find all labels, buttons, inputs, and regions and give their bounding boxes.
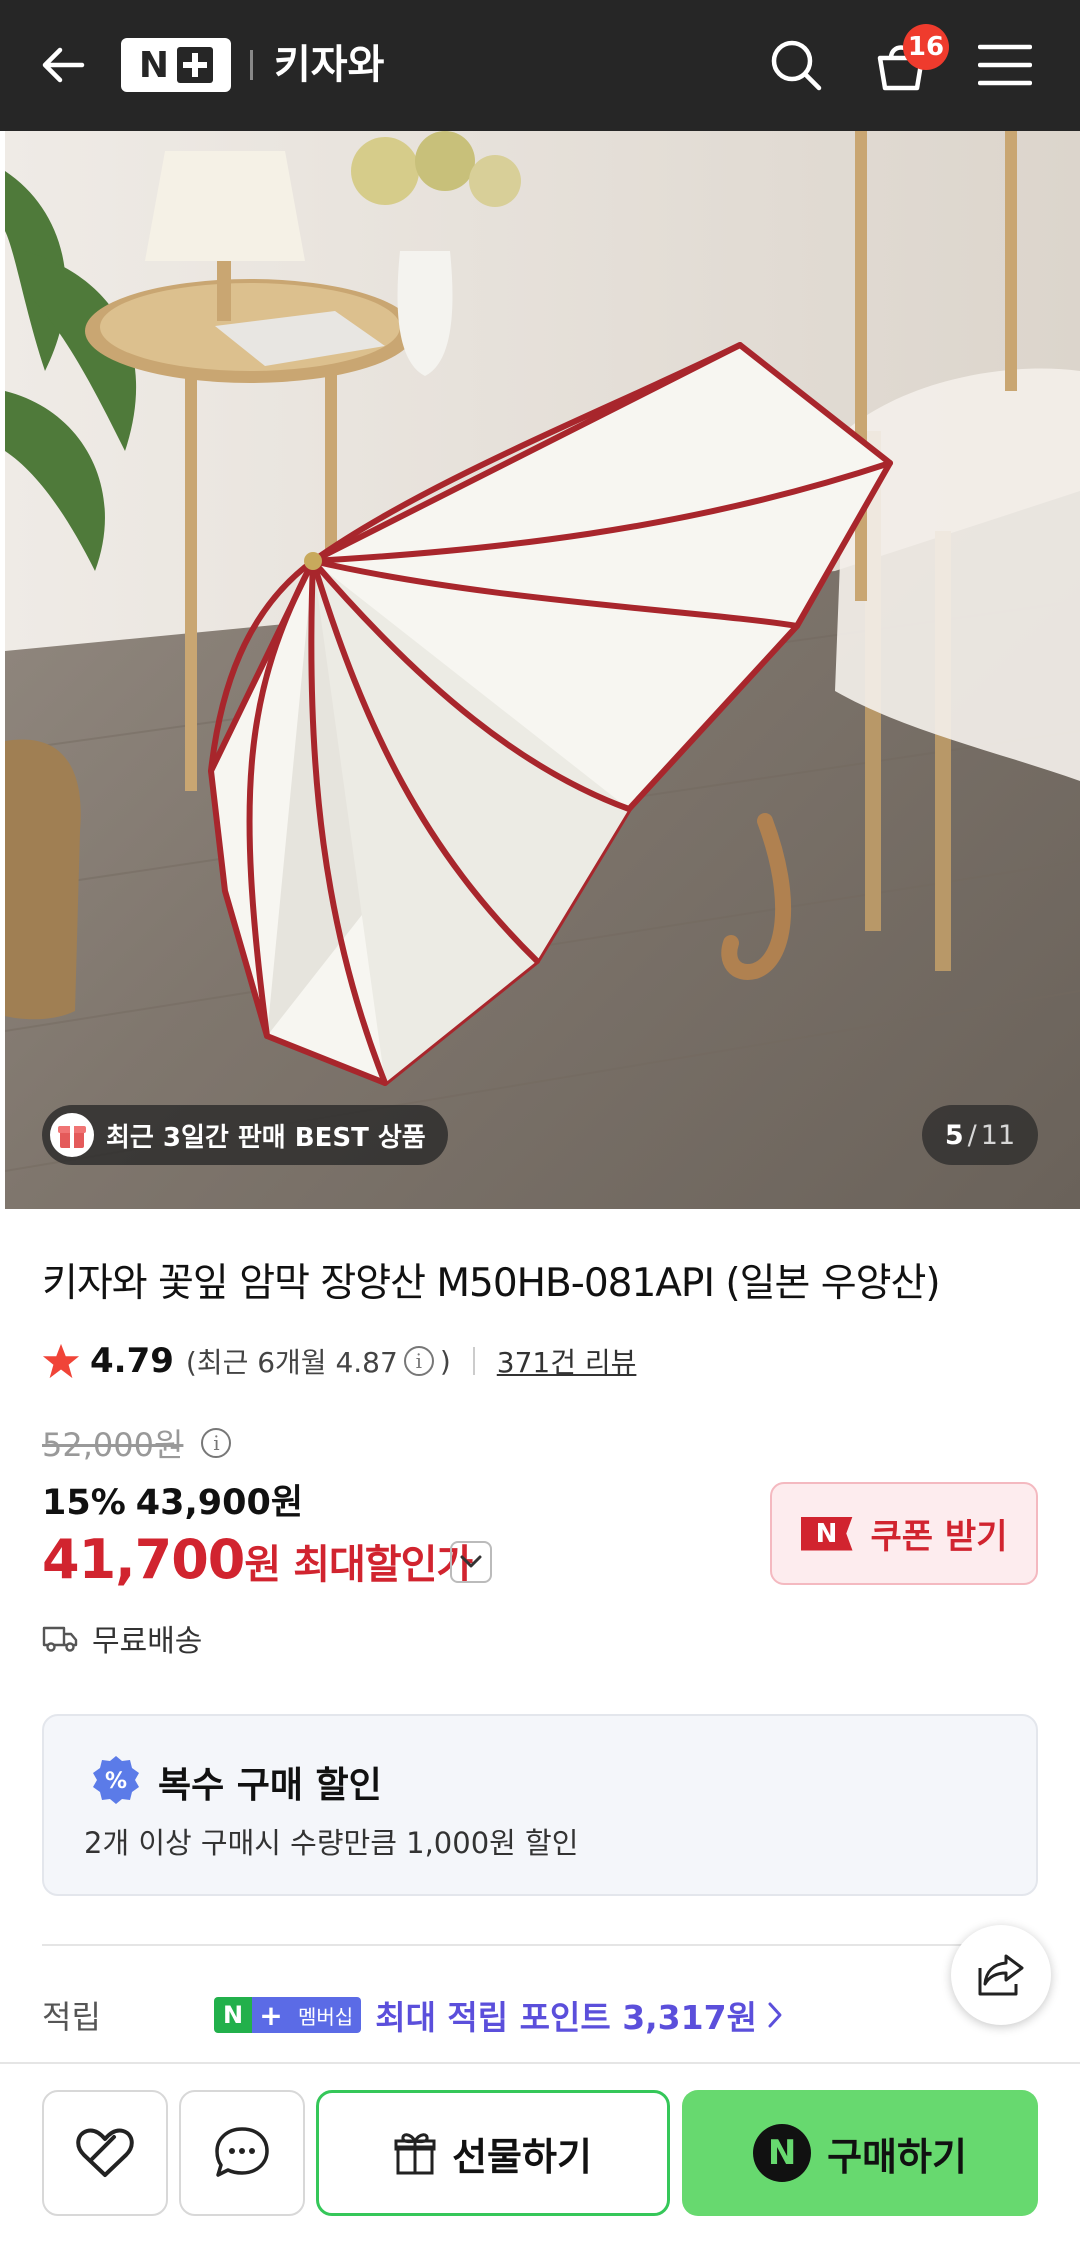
- store-name[interactable]: 키자와: [274, 38, 384, 92]
- rating-score: 4.79: [90, 1341, 174, 1381]
- star-icon: [42, 1343, 80, 1379]
- points-label: 적립: [42, 1998, 101, 2036]
- logo-separator: [250, 50, 253, 80]
- final-price-row: 41,700 원 최대할인가: [42, 1528, 473, 1591]
- rating-row: 4.79 (최근 6개월 4.87 i ) 371건 리뷰: [42, 1336, 636, 1386]
- product-image-carousel[interactable]: [5, 131, 1080, 1209]
- gift-label: 선물하기: [452, 2134, 592, 2179]
- bulk-discount-title: 복수 구매 할인: [158, 1765, 382, 1806]
- current-page: 5: [944, 1119, 964, 1151]
- original-price: 52,000원: [42, 1426, 184, 1464]
- logo-n-letter: N: [138, 44, 170, 86]
- search-icon: [771, 40, 822, 91]
- delivery-truck-icon: [42, 1626, 78, 1652]
- logo-plus-icon: [177, 47, 214, 83]
- image-page-counter: 5 / 11: [922, 1105, 1038, 1165]
- final-price: 41,700: [42, 1528, 245, 1591]
- search-button[interactable]: [763, 32, 829, 98]
- share-button[interactable]: [951, 1925, 1051, 2025]
- np-n: N: [214, 1997, 252, 2033]
- original-price-row: 52,000원 i: [42, 1420, 237, 1466]
- price-info-icon[interactable]: i: [201, 1428, 232, 1458]
- cart-count-badge: 16: [903, 24, 949, 70]
- percent-badge-icon: %: [93, 1756, 139, 1804]
- max-points-text: 최대 적립 포인트 3,317원: [375, 1998, 757, 2037]
- price-detail-dropdown[interactable]: [450, 1541, 492, 1583]
- naver-plus-logo[interactable]: N: [121, 38, 231, 92]
- discount-percent: 15%: [42, 1483, 126, 1523]
- share-icon: [978, 1954, 1024, 1996]
- naver-pay-n-icon: N: [753, 2124, 812, 2182]
- chat-bubble-icon: [215, 2127, 269, 2177]
- np-member: 멤버십: [290, 1997, 362, 2033]
- shipping-text: 무료배송: [92, 1624, 203, 1659]
- sale-price-row: 15% 43,900원: [42, 1474, 303, 1525]
- top-header: N 키자와 16: [0, 0, 1080, 131]
- coupon-label: 쿠폰 받기: [870, 1517, 1008, 1557]
- recent-rating: (최근 6개월 4.87 i ): [186, 1341, 451, 1381]
- max-discount-label: 최대할인가: [293, 1542, 473, 1588]
- final-price-unit: 원: [244, 1542, 282, 1588]
- best-seller-badge: 최근 3일간 판매 BEST 상품: [42, 1105, 448, 1165]
- reviews-link[interactable]: 371건 리뷰: [497, 1341, 637, 1381]
- best-seller-text: 최근 3일간 판매 BEST 상품: [106, 1122, 426, 1153]
- percent-badge-text: %: [105, 1769, 127, 1794]
- naver-plus-membership-badge: N + 멤버십: [214, 1997, 362, 2033]
- page-separator: /: [967, 1119, 977, 1151]
- points-row[interactable]: 적립 N + 멤버십 최대 적립 포인트 3,317원: [42, 1990, 942, 2040]
- chat-inquiry-button[interactable]: [179, 2090, 305, 2216]
- gift-box-icon: [50, 1113, 94, 1157]
- rating-divider: [472, 1347, 475, 1375]
- recent-rating-close: ): [439, 1344, 451, 1378]
- back-arrow-icon: [42, 47, 85, 83]
- coupon-button[interactable]: N 쿠폰 받기: [770, 1482, 1038, 1585]
- total-pages: 11: [980, 1119, 1016, 1151]
- buy-now-button[interactable]: N 구매하기: [682, 2090, 1038, 2216]
- gift-button[interactable]: 선물하기: [316, 2090, 670, 2216]
- chevron-right-icon: [768, 2002, 782, 2028]
- product-title: 키자와 꽃잎 암막 장양산 M50HB-081API (일본 우양산): [42, 1261, 941, 1306]
- hamburger-menu-icon: [978, 44, 1032, 86]
- menu-button[interactable]: [972, 32, 1038, 98]
- back-button[interactable]: [30, 32, 96, 98]
- umbrella-product-photo: [5, 131, 1080, 1209]
- np-plus: +: [252, 1997, 290, 2033]
- wishlist-button[interactable]: [42, 2090, 168, 2216]
- recent-rating-text: (최근 6개월 4.87: [185, 1346, 398, 1379]
- sale-price: 43,900원: [135, 1483, 304, 1523]
- bulk-discount-description: 2개 이상 구매시 수량만큼 1,000원 할인: [84, 1826, 579, 1860]
- chevron-down-icon: [460, 1555, 482, 1568]
- coupon-n-icon: N: [800, 1516, 853, 1551]
- bulk-discount-box: % 복수 구매 할인 2개 이상 구매시 수량만큼 1,000원 할인: [42, 1714, 1038, 1896]
- heart-outline-icon: [76, 2128, 134, 2177]
- buy-label: 구매하기: [827, 2134, 967, 2179]
- info-icon[interactable]: i: [403, 1346, 434, 1376]
- gift-icon: [394, 2133, 436, 2175]
- shipping-row: 무료배송: [42, 1616, 202, 1660]
- section-divider: [42, 1944, 1038, 1946]
